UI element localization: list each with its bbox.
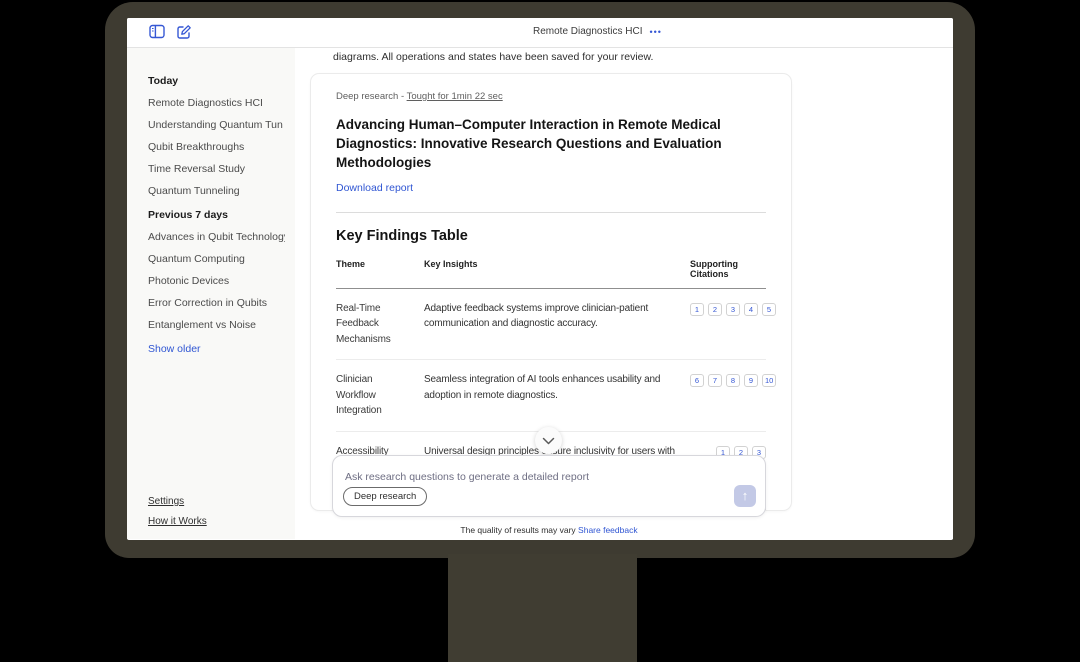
report-meta: Deep research - Tought for 1min 22 sec [336,91,766,102]
citation-chip[interactable]: 10 [762,374,777,388]
theme-cell: Real-Time Feedback Mechanisms [336,302,391,345]
deep-research-label: Deep research - [336,91,407,102]
sidebar-item[interactable]: Remote Diagnostics HCI [148,98,285,109]
stage: Remote Diagnostics HCI ••• Today Remote D… [0,0,1080,662]
citation-chip[interactable]: 9 [744,374,758,388]
main-content: diagrams. All operations and states have… [295,48,953,539]
quality-disclaimer: The quality of results may vary Share fe… [332,525,766,535]
send-button[interactable]: ↑ [734,485,756,507]
share-feedback-link[interactable]: Share feedback [578,525,638,535]
table-header-row: Theme Key Insights Supporting Citations [336,259,766,289]
sidebar-item[interactable]: Quantum Tunneling [148,186,285,197]
key-findings-heading: Key Findings Table [336,227,468,244]
sidebar-item[interactable]: Qubit Breakthroughs [148,142,285,153]
compose-pencil-icon [176,24,192,43]
thought-duration-link[interactable]: Tought for 1min 22 sec [407,91,503,102]
citation-chip[interactable]: 6 [690,374,704,388]
column-header-theme: Theme [336,258,366,269]
sidebar-item[interactable]: Entanglement vs Noise [148,320,285,331]
how-it-works-link[interactable]: How it Works [148,516,285,527]
chevron-down-icon [542,433,555,448]
conversation-menu-button[interactable]: ••• [649,27,661,37]
deep-research-toggle[interactable]: Deep research [343,486,428,506]
arrow-up-icon: ↑ [741,488,749,503]
monitor-stand [448,554,637,662]
sidebar-item[interactable]: Error Correction in Qubits [148,298,285,309]
insight-cell: Seamless integration of AI tools enhance… [424,374,661,401]
app-window: Remote Diagnostics HCI ••• Today Remote D… [127,18,953,540]
table-row: Real-Time Feedback Mechanisms Adaptive fe… [336,289,776,361]
scroll-to-bottom-button[interactable] [535,427,562,454]
divider [336,211,766,213]
previous-message-fragment: diagrams. All operations and states have… [333,51,654,63]
citations-cell: 6 7 8 9 10 [690,372,777,419]
quality-disclaimer-text: The quality of results may vary [460,525,576,535]
settings-link[interactable]: Settings [148,496,285,507]
citation-chip[interactable]: 7 [708,374,722,388]
sidebar: Today Remote Diagnostics HCI Understanding… [127,48,295,539]
citation-chip[interactable]: 5 [762,302,776,316]
citation-chip[interactable]: 8 [726,374,740,388]
sidebar-section-label: Today [148,75,179,87]
sidebar-section: Previous 7 days Advances in Qubit Technol… [148,209,285,331]
column-header-supporting-citations: Supporting Citations [690,258,738,279]
column-header-key-insights: Key Insights [424,258,478,269]
research-question-input[interactable] [345,471,754,483]
sidebar-panel-icon [149,24,165,42]
sidebar-item[interactable]: Time Reversal Study [148,164,285,175]
download-report-link[interactable]: Download report [336,182,413,194]
theme-cell: Clinician Workflow Integration [336,374,382,417]
citations-cell: 12345 [690,301,776,348]
citation-chip[interactable]: 2 [708,302,722,316]
new-chat-button[interactable] [175,24,193,42]
report-title: Advancing Human–Computer Interaction in … [336,117,722,170]
sidebar-section: Today Remote Diagnostics HCI Understanding… [148,75,285,197]
citation-chip[interactable]: 3 [726,302,740,316]
sidebar-sections: Today Remote Diagnostics HCI Understanding… [148,75,285,343]
sidebar-item[interactable]: Advances in Qubit Technology [148,232,285,243]
sidebar-item[interactable]: Photonic Devices [148,276,285,287]
sidebar-item[interactable]: Understanding Quantum Tun [148,120,285,131]
sidebar-footer: Settings How it Works [148,487,285,527]
composer: Deep research ↑ [332,455,766,517]
sidebar-section-label: Previous 7 days [148,209,228,221]
sidebar-item[interactable]: Quantum Computing [148,254,285,265]
insight-cell: Adaptive feedback systems improve clinic… [424,302,649,330]
sidebar-toggle-button[interactable] [148,24,166,42]
conversation-title: Remote Diagnostics HCI [533,26,643,37]
citation-chip[interactable]: 1 [690,302,704,316]
show-older-link[interactable]: Show older [148,343,285,355]
citation-chip[interactable]: 4 [744,302,758,316]
table-row: Clinician Workflow Integration Seamless i… [336,360,777,432]
top-bar: Remote Diagnostics HCI ••• [127,18,953,48]
